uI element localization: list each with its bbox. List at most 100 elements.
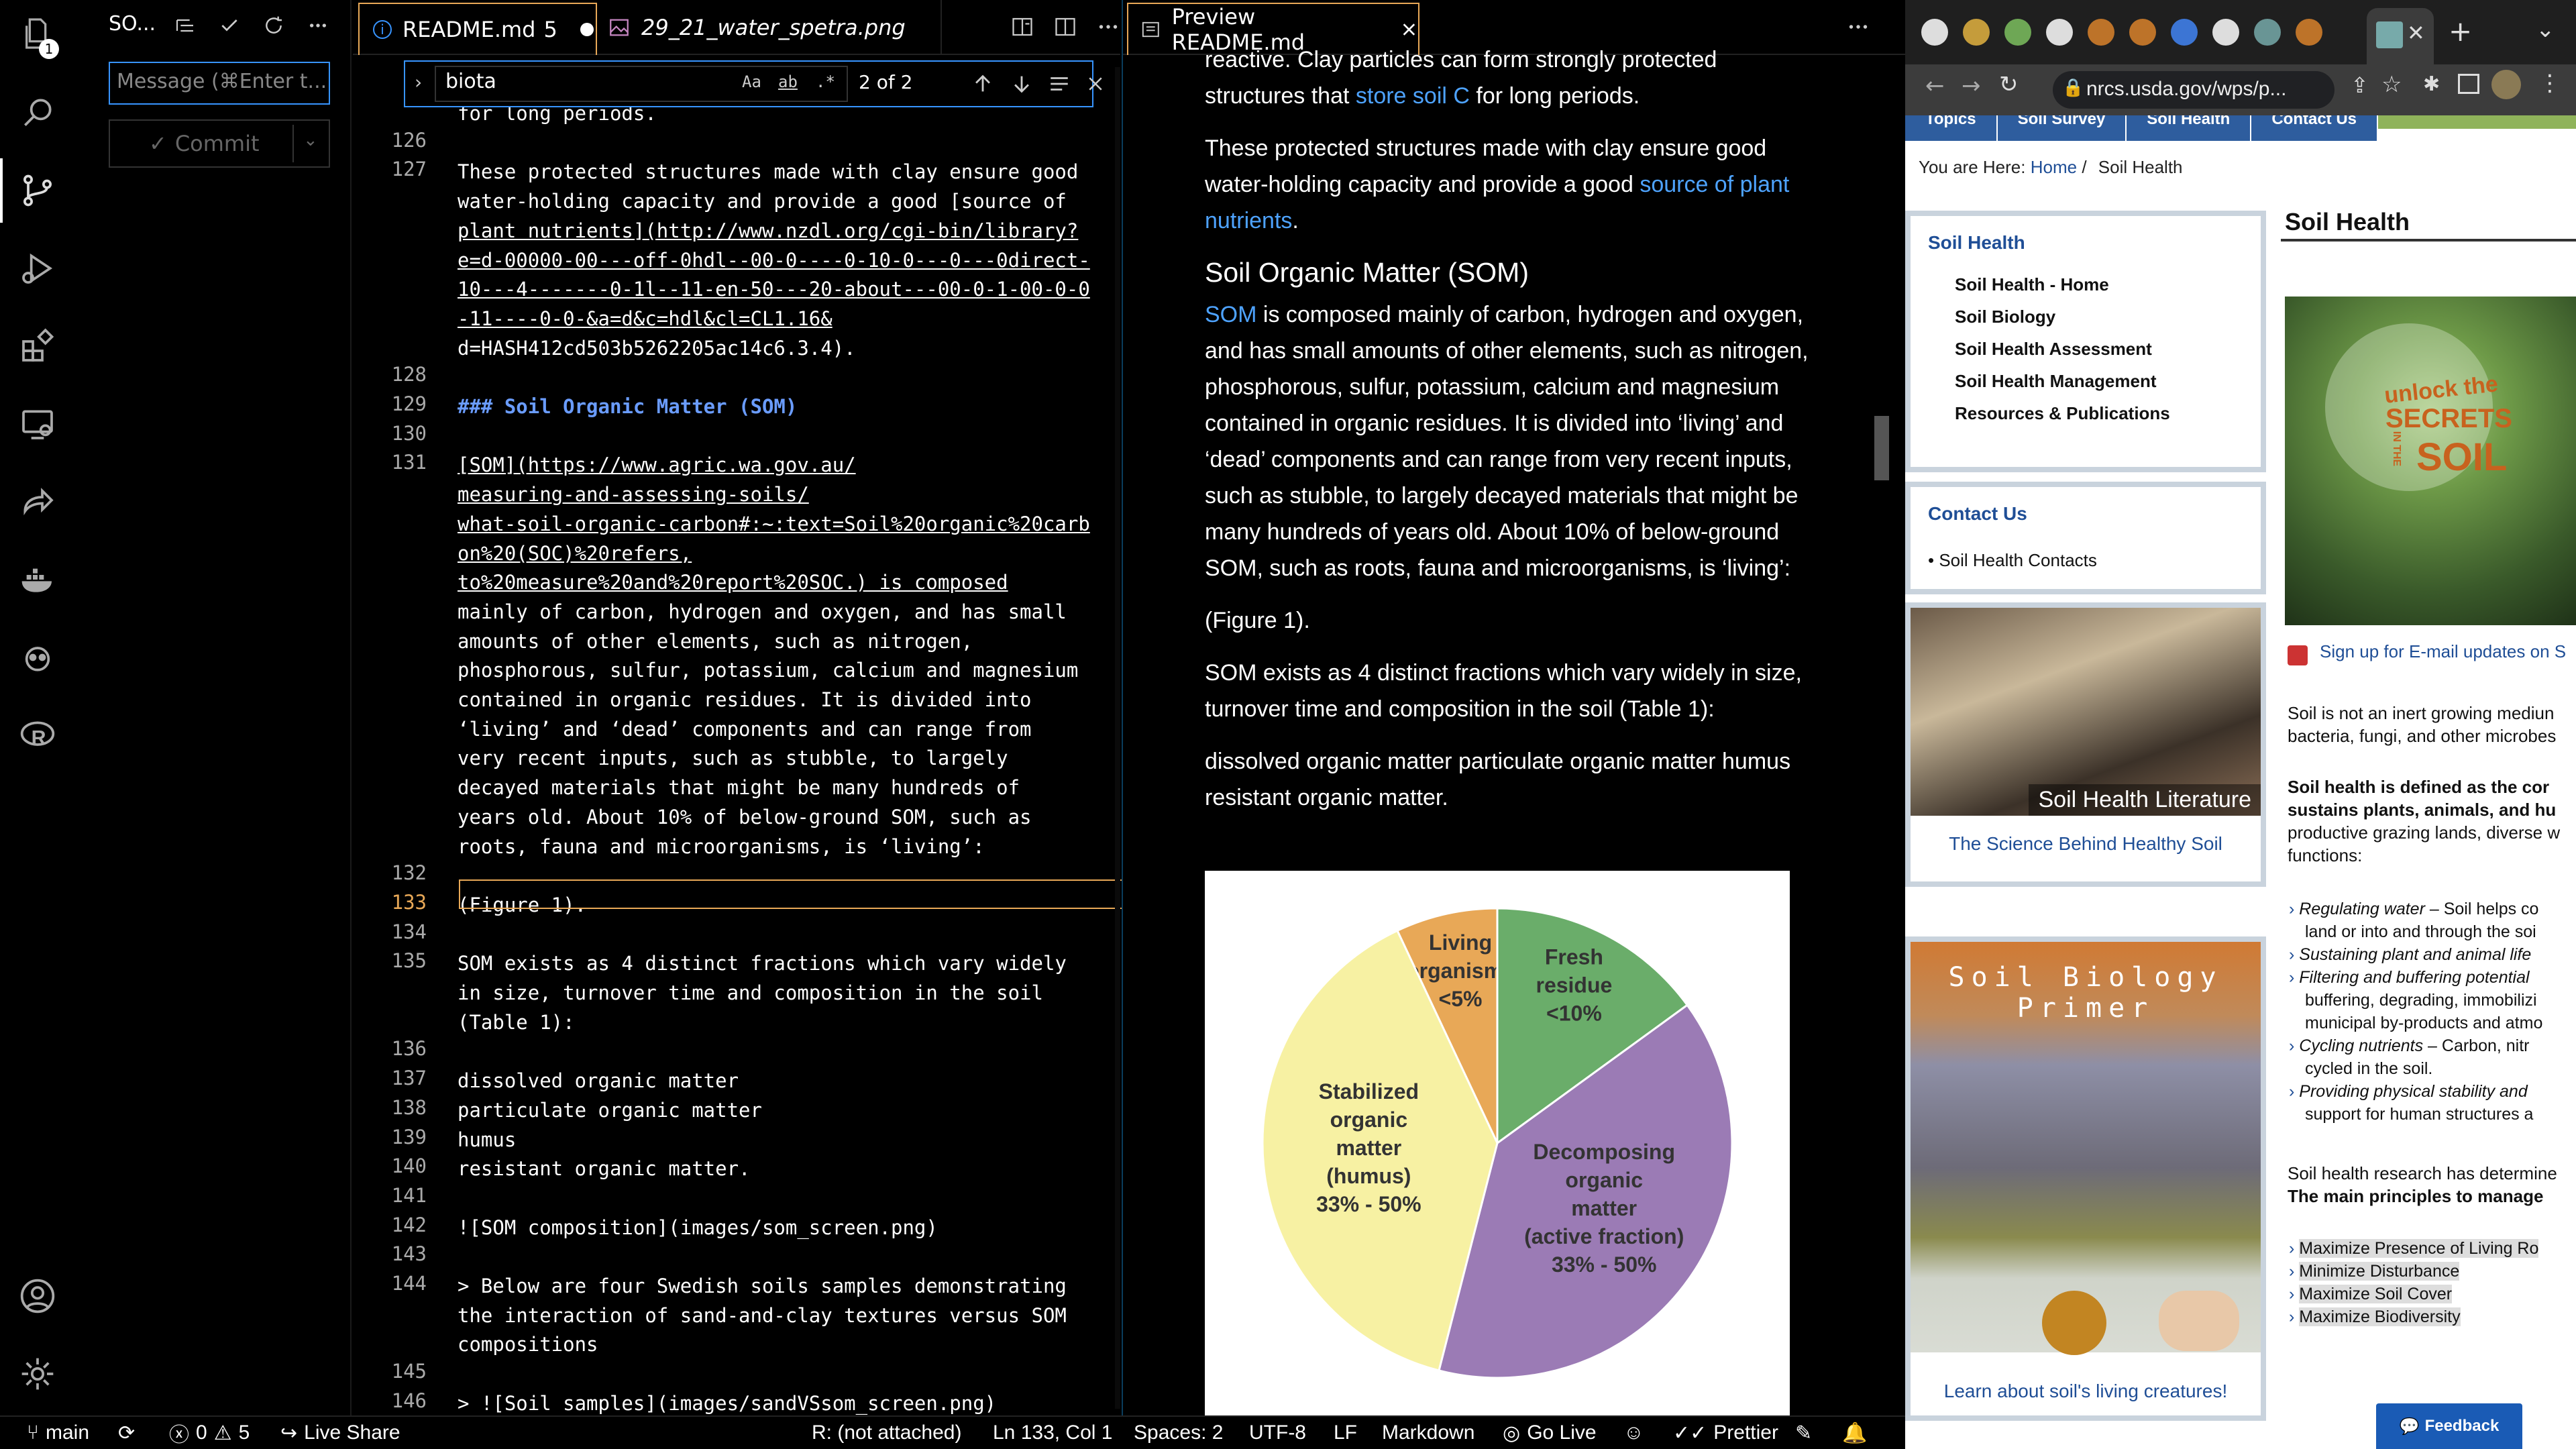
principle-item[interactable]: › Maximize Soil Cover: [2289, 1283, 2538, 1305]
source-control-icon[interactable]: [19, 172, 56, 209]
live-share-icon[interactable]: [19, 483, 56, 521]
preview-scrollbar-thumb[interactable]: [1874, 416, 1889, 480]
commit-check-icon[interactable]: [219, 15, 240, 36]
image-favicon[interactable]: [2254, 19, 2281, 46]
toggle-replace-icon[interactable]: ›: [415, 71, 422, 93]
preview-more-icon[interactable]: [1846, 15, 1870, 39]
feedback-icon[interactable]: ✎: [1795, 1417, 1812, 1449]
globe-favicon[interactable]: [2212, 19, 2239, 46]
language-mode[interactable]: Markdown: [1382, 1417, 1474, 1449]
split-editor-icon[interactable]: [1053, 15, 1077, 39]
more-actions-icon[interactable]: [307, 15, 329, 36]
unsaved-dot-icon[interactable]: [580, 23, 594, 36]
side-nav-item[interactable]: Soil Biology: [1955, 301, 2170, 333]
problems-indicator[interactable]: ⓧ 0 ⚠ 5: [169, 1417, 250, 1449]
site-top-tab[interactable]: Topics: [1905, 115, 1998, 141]
run-debug-icon[interactable]: [19, 250, 56, 287]
som-link[interactable]: SOM: [1205, 302, 1256, 327]
globe-favicon[interactable]: [2046, 19, 2073, 46]
e-favicon[interactable]: [2129, 19, 2156, 46]
line-ending[interactable]: LF: [1334, 1417, 1357, 1449]
store-soil-c-link[interactable]: store soil C: [1356, 83, 1470, 109]
url-text[interactable]: nrcs.usda.gov/wps/p...: [2086, 78, 2286, 101]
github-favicon[interactable]: [1921, 19, 1948, 46]
copilot-icon[interactable]: [19, 639, 56, 676]
side-nav-item[interactable]: Soil Health Management: [1955, 365, 2170, 397]
accounts-icon[interactable]: [19, 1277, 56, 1315]
profile-avatar[interactable]: [2491, 70, 2521, 99]
science-healthy-soil-link[interactable]: The Science Behind Healthy Soil: [1911, 833, 2261, 855]
breadcrumb-home-link[interactable]: Home: [2031, 157, 2077, 177]
commit-button[interactable]: ✓ Commit ⌄: [109, 119, 330, 168]
active-browser-tab[interactable]: ✕: [2367, 8, 2434, 64]
find-input[interactable]: biota: [445, 70, 496, 93]
remote-explorer-icon[interactable]: [19, 405, 56, 443]
encoding[interactable]: UTF-8: [1249, 1417, 1306, 1449]
new-tab-icon[interactable]: +: [2449, 15, 2472, 48]
email-signup-link[interactable]: Sign up for E-mail updates on S: [2320, 641, 2566, 662]
forward-icon[interactable]: →: [1962, 72, 1981, 99]
code-editor[interactable]: for long periods. 126 127 These protected s…: [353, 99, 1120, 1415]
share-icon[interactable]: ⇪: [2351, 72, 2369, 98]
e-favicon[interactable]: [2296, 19, 2322, 46]
match-count: 2 of 2: [859, 71, 913, 93]
settings-gear-icon[interactable]: [19, 1355, 56, 1393]
regex-button[interactable]: .*: [816, 72, 835, 91]
principle-item[interactable]: › Minimize Disturbance: [2289, 1260, 2538, 1283]
chevron-down-icon[interactable]: ⌄: [303, 130, 318, 150]
soil-health-contacts-link[interactable]: • Soil Health Contacts: [1928, 550, 2097, 571]
living-creatures-link[interactable]: Learn about soil's living creatures!: [1911, 1381, 2261, 1402]
e-favicon[interactable]: [2088, 19, 2114, 46]
extensions-puzzle-icon[interactable]: ✱: [2423, 72, 2440, 96]
notifications-bell-icon[interactable]: 🔔: [1842, 1417, 1867, 1449]
reload-icon[interactable]: ↻: [1999, 71, 2019, 98]
commit-message-input[interactable]: Message (⌘Enter t...: [109, 62, 330, 105]
green-favicon[interactable]: [2004, 19, 2031, 46]
side-nav-item[interactable]: Soil Health - Home: [1955, 268, 2170, 301]
back-icon[interactable]: ←: [1925, 72, 1945, 99]
editor-scrollbar[interactable]: [1115, 67, 1120, 1409]
refresh-icon[interactable]: [263, 15, 284, 36]
tab-search-chevron-icon[interactable]: ⌄: [2536, 16, 2555, 43]
live-share-status[interactable]: ↪ Live Share: [280, 1417, 400, 1449]
google-favicon[interactable]: [2171, 19, 2198, 46]
chrome-menu-icon[interactable]: ⋮: [2538, 70, 2561, 97]
indentation[interactable]: Spaces: 2: [1134, 1417, 1223, 1449]
site-top-tab[interactable]: Soil Health: [2127, 115, 2252, 141]
cursor-position[interactable]: Ln 133, Col 1: [993, 1417, 1112, 1449]
search-icon[interactable]: [19, 94, 56, 131]
go-live-button[interactable]: ◎ Go Live: [1503, 1417, 1597, 1449]
feedback-button[interactable]: 💬 Feedback: [2376, 1403, 2522, 1449]
find-in-selection-icon[interactable]: [1048, 72, 1071, 95]
site-top-tab[interactable]: Contact Us: [2251, 115, 2379, 141]
close-find-icon[interactable]: [1085, 74, 1106, 94]
branch-indicator[interactable]: ⑂ main: [27, 1417, 89, 1449]
extensions-icon[interactable]: [19, 327, 56, 365]
principle-item[interactable]: › Maximize Presence of Living Ro: [2289, 1237, 2539, 1260]
ukraine-favicon[interactable]: [1963, 19, 1990, 46]
principle-item[interactable]: › Maximize Biodiversity: [2289, 1305, 2538, 1328]
previous-match-icon[interactable]: [971, 72, 994, 95]
open-preview-side-icon[interactable]: [1010, 15, 1034, 39]
side-nav-item[interactable]: Soil Health Assessment: [1955, 333, 2170, 365]
match-word-button[interactable]: ab: [778, 72, 798, 91]
bookmark-star-icon[interactable]: ☆: [2381, 71, 2402, 98]
view-as-tree-icon[interactable]: [174, 15, 196, 36]
prettier-status[interactable]: ✓✓ Prettier: [1673, 1417, 1778, 1449]
side-nav-item[interactable]: Resources & Publications: [1955, 397, 2170, 429]
site-top-tab[interactable]: Soil Survey: [1997, 115, 2127, 141]
close-browser-tab-icon[interactable]: ✕: [2407, 20, 2425, 46]
tab-readme[interactable]: i README.md 5: [358, 3, 597, 55]
address-bar[interactable]: 🔒 nrcs.usda.gov/wps/p...: [2053, 71, 2334, 109]
next-match-icon[interactable]: [1010, 72, 1033, 95]
close-tab-icon[interactable]: [1400, 20, 1418, 39]
side-panel-icon[interactable]: [2458, 74, 2479, 94]
match-case-button[interactable]: Aa: [742, 72, 761, 91]
copilot-status-icon[interactable]: ☺: [1623, 1417, 1644, 1449]
sync-icon[interactable]: ⟳: [118, 1417, 135, 1449]
editor-more-icon[interactable]: [1096, 15, 1120, 39]
docker-icon[interactable]: [19, 561, 56, 598]
r-session-status[interactable]: R: (not attached): [812, 1417, 961, 1449]
tab-image[interactable]: 29_21_water_spetra.png: [608, 0, 941, 55]
r-icon[interactable]: R: [19, 716, 56, 754]
